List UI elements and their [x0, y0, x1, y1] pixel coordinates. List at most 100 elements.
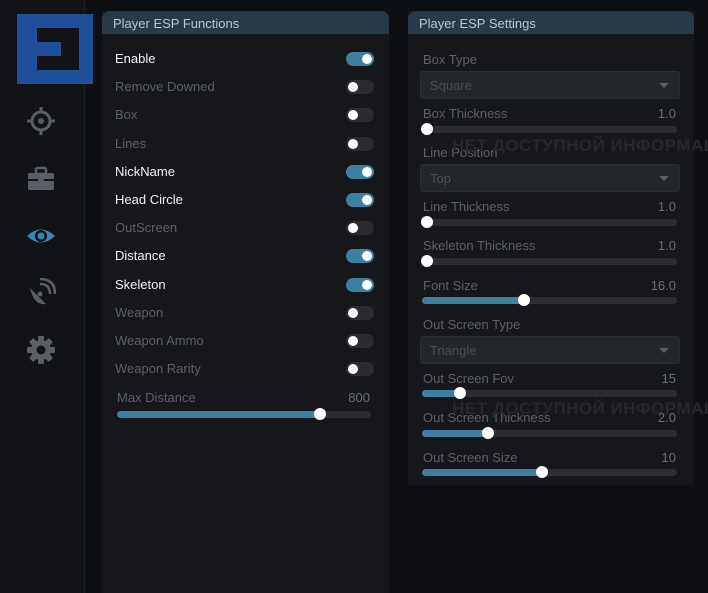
out-screen-thickness-fill [422, 430, 489, 437]
out-screen-fov-label: Out Screen Fov [423, 371, 515, 386]
toggle-row[interactable]: Weapon Rarity [115, 359, 375, 379]
out-screen-fov-value: 15 [661, 371, 676, 386]
toggle-knob [348, 82, 358, 93]
box-thickness-thumb[interactable] [421, 123, 433, 135]
toggle-label: Lines [115, 135, 147, 151]
toggle-label: Weapon Ammo [115, 333, 204, 348]
max-distance-slider[interactable] [117, 408, 371, 420]
toggle-switch[interactable] [346, 108, 374, 123]
toggle-knob [348, 223, 358, 234]
toggle-label: Box [115, 107, 138, 123]
line-thickness-thumb[interactable] [421, 216, 433, 228]
toggle-knob [362, 195, 372, 205]
toggle-row[interactable]: Box [115, 105, 375, 125]
toggle-switch[interactable] [346, 193, 374, 207]
eye-icon[interactable] [26, 221, 56, 251]
skeleton-thickness-label: Skeleton Thickness [423, 238, 536, 253]
box-thickness-slider[interactable] [421, 123, 677, 135]
box-type-label: Box Type [423, 52, 477, 67]
chevron-down-icon [659, 348, 669, 353]
toggle-knob [348, 364, 358, 375]
toggle-row[interactable]: Skeleton [115, 275, 375, 295]
box-type-value: Square [430, 78, 472, 93]
toggle-switch[interactable] [346, 80, 374, 95]
toggle-switch[interactable] [346, 136, 374, 151]
toggle-knob [348, 138, 358, 149]
toggle-row[interactable]: Lines [115, 134, 375, 154]
gear-icon[interactable] [26, 335, 56, 365]
line-thickness-slider[interactable] [421, 216, 677, 228]
toggle-switch[interactable] [346, 305, 374, 320]
line-thickness-label: Line Thickness [423, 199, 510, 214]
radar-icon[interactable] [26, 278, 56, 308]
toggle-label: Remove Downed [115, 79, 215, 95]
toggle-row[interactable]: Enable [115, 49, 375, 69]
chevron-down-icon [659, 83, 669, 88]
functions-panel: Player ESP Functions Enable Remove Downed… [102, 11, 389, 593]
font-size-label: Font Size [423, 278, 478, 293]
watermark-text: НЕТ ДОСТУПНОЙ ИНФОРМАЦИИ [452, 399, 708, 418]
toggle-row[interactable]: Weapon Ammo [115, 331, 375, 351]
settings-title: Player ESP Settings [408, 11, 694, 34]
toggle-row[interactable]: NickName [115, 162, 375, 182]
toolbox-icon[interactable] [26, 164, 56, 194]
font-size-fill [422, 297, 524, 304]
box-type-select[interactable]: Square [420, 71, 680, 99]
toggle-switch[interactable] [346, 334, 374, 348]
toggle-row[interactable]: Distance [115, 246, 375, 266]
toggle-knob [348, 110, 358, 121]
out-screen-type-select[interactable]: Triangle [420, 336, 680, 364]
toggle-knob [348, 336, 358, 346]
out-screen-type-value: Triangle [430, 343, 477, 358]
toggle-switch[interactable] [346, 277, 374, 292]
max-distance-fill [117, 411, 321, 418]
toggle-label: Head Circle [115, 192, 183, 207]
toggle-label: Skeleton [115, 276, 166, 292]
skeleton-thickness-thumb[interactable] [421, 255, 433, 267]
functions-title: Player ESP Functions [102, 11, 389, 34]
toggle-row[interactable]: Remove Downed [115, 77, 375, 97]
line-position-select[interactable]: Top [420, 164, 680, 192]
toggle-row[interactable]: Head Circle [115, 190, 375, 210]
toggle-knob [362, 166, 372, 177]
toggle-label: NickName [115, 163, 175, 179]
line-thickness-value: 1.0 [657, 199, 676, 214]
toggle-label: Weapon Rarity [115, 361, 201, 377]
out-screen-size-fill [422, 469, 542, 476]
toggle-label: Distance [115, 248, 166, 264]
toggle-label: Weapon [115, 304, 164, 320]
out-screen-size-slider[interactable] [422, 466, 677, 478]
toggle-knob [362, 279, 372, 290]
font-size-slider[interactable] [422, 294, 677, 306]
logo-icon [17, 14, 93, 84]
sidebar [0, 0, 93, 593]
skeleton-thickness-value: 1.0 [657, 238, 676, 253]
toggle-switch[interactable] [346, 249, 374, 264]
toggle-knob [348, 307, 358, 318]
toggle-switch[interactable] [346, 221, 374, 236]
toggle-row[interactable]: OutScreen [115, 218, 375, 238]
skeleton-thickness-slider[interactable] [421, 255, 677, 267]
toggle-row[interactable]: Weapon [115, 303, 375, 323]
toggle-switch[interactable] [346, 164, 374, 179]
line-position-value: Top [430, 171, 451, 186]
max-distance-value: 800 [348, 390, 370, 405]
toggle-label: OutScreen [115, 220, 178, 236]
toggle-switch[interactable] [346, 52, 374, 66]
max-distance-label: Max Distance [117, 390, 196, 405]
out-screen-fov-slider[interactable] [422, 387, 677, 399]
out-screen-thickness-slider[interactable] [422, 427, 677, 439]
toggle-switch[interactable] [346, 362, 374, 377]
watermark-text: НЕТ ДОСТУПНОЙ ИНФОРМАЦИИ [452, 136, 708, 155]
max-distance-thumb[interactable] [314, 408, 327, 420]
box-thickness-label: Box Thickness [423, 106, 508, 121]
out-screen-size-thumb[interactable] [535, 466, 548, 478]
chevron-down-icon [659, 176, 669, 181]
box-thickness-value: 1.0 [657, 106, 676, 121]
toggle-knob [362, 54, 372, 64]
font-size-thumb[interactable] [518, 294, 530, 306]
font-size-value: 16.0 [650, 278, 676, 293]
toggle-label: Enable [115, 51, 156, 66]
crosshair-icon[interactable] [26, 106, 56, 136]
out-screen-size-label: Out Screen Size [423, 450, 518, 465]
